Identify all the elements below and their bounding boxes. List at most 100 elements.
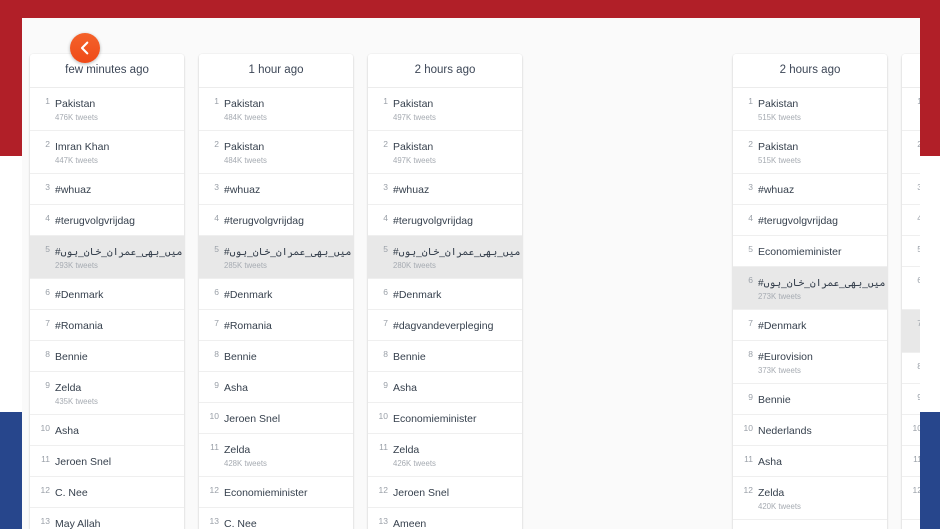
trend-name[interactable]: #میں_بھی_عمران_خان_ہوں xyxy=(393,247,520,258)
trend-name[interactable]: Economieminister xyxy=(224,487,307,499)
trend-list-item[interactable]: 2 Pakistan 484K tweets xyxy=(199,131,353,174)
trend-list-item[interactable]: 13Ameen27K tweets xyxy=(733,520,887,529)
trend-list-item[interactable]: 8Nederlands xyxy=(902,353,920,384)
trend-list-item[interactable]: 8 Bennie xyxy=(368,341,522,372)
trend-name[interactable]: Jeroen Snel xyxy=(224,413,280,425)
trend-name[interactable]: C. Nee xyxy=(224,518,257,529)
trend-name[interactable]: Asha xyxy=(393,382,417,394)
trend-list-item[interactable]: 12 Jeroen Snel xyxy=(368,477,522,508)
trend-list-item[interactable]: 4#terugvolgvrijdag xyxy=(733,205,887,236)
trend-list-item[interactable]: 4#terugvolgvrijdag xyxy=(902,205,920,236)
trend-list-item[interactable]: 5 #میں_بھی_عمران_خان_ہوں 293K tweets xyxy=(30,236,184,279)
back-button[interactable] xyxy=(70,33,100,63)
trend-list-item[interactable]: 5 #میں_بھی_عمران_خان_ہوں 285K tweets xyxy=(199,236,353,279)
trend-name[interactable]: #Denmark xyxy=(224,289,272,301)
trend-list-item[interactable]: 3 #whuaz xyxy=(199,174,353,205)
trend-list-item[interactable]: 9 Bennie xyxy=(733,384,887,415)
trend-list-item[interactable]: 6 #میں_بھی_عمران_خان_ہوں 273K tweets xyxy=(733,267,887,310)
trend-name[interactable]: Pakistan xyxy=(393,98,433,110)
trend-list-item[interactable]: 7 #Denmark xyxy=(733,310,887,341)
trend-name[interactable]: Zelda xyxy=(224,444,250,456)
trend-name[interactable]: Pakistan xyxy=(224,98,264,110)
trend-list-item[interactable]: 3 #whuaz xyxy=(733,174,887,205)
trend-list-item[interactable]: 4#terugvolgvrijdag xyxy=(30,205,184,236)
trend-list-item[interactable]: 6 #Denmark xyxy=(30,279,184,310)
trend-list-item[interactable]: 12 Economieminister xyxy=(199,477,353,508)
trend-name[interactable]: Pakistan xyxy=(758,98,798,110)
trend-name[interactable]: Bennie xyxy=(224,351,257,363)
trend-name[interactable]: #Eurovision xyxy=(758,351,813,363)
trend-list-item[interactable]: 6 #Denmark xyxy=(199,279,353,310)
trend-list-item[interactable]: 2 Pakistan 497K tweets xyxy=(368,131,522,174)
trend-list-item[interactable]: 10 Asha xyxy=(30,415,184,446)
trend-list-item[interactable]: 1 Pakistan 476K tweets xyxy=(30,88,184,131)
trend-list-item[interactable]: 9Asha xyxy=(199,372,353,403)
trend-name[interactable]: #dagvandeverpleging xyxy=(393,320,493,332)
trend-list-item[interactable]: 12 Zelda 420K tweets xyxy=(733,477,887,520)
trend-list-item[interactable]: 9Asha xyxy=(368,372,522,403)
trend-name[interactable]: #terugvolgvrijdag xyxy=(55,215,135,227)
trend-list-item[interactable]: 9 Zelda 435K tweets xyxy=(30,372,184,415)
trend-list-item[interactable]: 8 #Eurovision 373K tweets xyxy=(733,341,887,384)
trend-name[interactable]: #Denmark xyxy=(393,289,441,301)
trend-list-item[interactable]: 13 May Allah29K tweets xyxy=(30,508,184,529)
trend-name[interactable]: Bennie xyxy=(55,351,88,363)
trend-name[interactable]: #whuaz xyxy=(758,184,794,196)
trend-name[interactable]: #whuaz xyxy=(393,184,429,196)
trend-name[interactable]: Jeroen Snel xyxy=(393,487,449,499)
trend-name[interactable]: Asha xyxy=(55,425,79,437)
trend-list-item[interactable]: 7#میں_بھی_عمران_خان_ہوں262K tweets xyxy=(902,310,920,353)
trend-list-item[interactable]: 2 Pakistan 515K tweets xyxy=(733,131,887,174)
trend-list-item[interactable]: 6#Eurovision370K tweets xyxy=(902,267,920,310)
trend-list-item[interactable]: 1 Pakistan 515K tweets xyxy=(733,88,887,131)
trend-list-item[interactable]: 10 Economieminister xyxy=(368,403,522,434)
trend-list-item[interactable]: 1Pakistan548K tweets xyxy=(902,88,920,131)
trend-list-item[interactable]: 13May Allah38K tweets xyxy=(902,520,920,529)
trend-name[interactable]: Pakistan xyxy=(55,98,95,110)
trend-list-item[interactable]: 11Bennie xyxy=(902,446,920,477)
trend-list-item[interactable]: 5Economieminister xyxy=(733,236,887,267)
trend-list-item[interactable]: 3 #whuaz xyxy=(30,174,184,205)
trend-name[interactable]: #terugvolgvrijdag xyxy=(758,215,838,227)
trend-name[interactable]: May Allah xyxy=(55,518,101,529)
trend-name[interactable]: #whuaz xyxy=(224,184,260,196)
trend-name[interactable]: #Denmark xyxy=(758,320,806,332)
trend-list-item[interactable]: 11 Asha xyxy=(733,446,887,477)
trend-name[interactable]: #میں_بھی_عمران_خان_ہوں xyxy=(224,247,351,258)
trend-name[interactable]: Imran Khan xyxy=(55,141,109,153)
trend-name[interactable]: Pakistan xyxy=(758,141,798,153)
trend-name[interactable]: Asha xyxy=(224,382,248,394)
trend-name[interactable]: #whuaz xyxy=(55,184,91,196)
trend-name[interactable]: #میں_بھی_عمران_خان_ہوں xyxy=(758,278,885,289)
trend-name[interactable]: #terugvolgvrijdag xyxy=(224,215,304,227)
trend-list-item[interactable]: 13Ameen27K tweets xyxy=(368,508,522,529)
trend-name[interactable]: #Romania xyxy=(55,320,103,332)
trend-name[interactable]: Jeroen Snel xyxy=(55,456,111,468)
trend-list-item[interactable]: 12Ameen28K tweets xyxy=(902,477,920,520)
trend-name[interactable]: Asha xyxy=(758,456,782,468)
trend-list-item[interactable]: 1 Pakistan 497K tweets xyxy=(368,88,522,131)
trend-list-item[interactable]: 7 #Romania xyxy=(199,310,353,341)
trend-list-item[interactable]: 10 Jeroen Snel xyxy=(199,403,353,434)
trend-name[interactable]: #Romania xyxy=(224,320,272,332)
trend-name[interactable]: C. Nee xyxy=(55,487,88,499)
trend-list-item[interactable]: 5Economieminister xyxy=(902,236,920,267)
trend-list-item[interactable]: 9Asha xyxy=(902,384,920,415)
trend-name[interactable]: Ameen xyxy=(393,518,426,529)
trend-name[interactable]: #terugvolgvrijdag xyxy=(393,215,473,227)
trend-list-item[interactable]: 6 #Denmark xyxy=(368,279,522,310)
trend-name[interactable]: #میں_بھی_عمران_خان_ہوں xyxy=(55,247,182,258)
trend-name[interactable]: Nederlands xyxy=(758,425,812,437)
trend-list-item[interactable]: 7 #Romania xyxy=(30,310,184,341)
trend-list-item[interactable]: 10#Denmark xyxy=(902,415,920,446)
trend-list-item[interactable]: 5 #میں_بھی_عمران_خان_ہوں 280K tweets xyxy=(368,236,522,279)
trend-list-item[interactable]: 8 Bennie xyxy=(30,341,184,372)
trend-name[interactable]: Economieminister xyxy=(758,246,841,258)
trend-name[interactable]: Zelda xyxy=(393,444,419,456)
trend-name[interactable]: Pakistan xyxy=(224,141,264,153)
trend-list-item[interactable]: 1 Pakistan 484K tweets xyxy=(199,88,353,131)
trend-list-item[interactable]: 10 Nederlands xyxy=(733,415,887,446)
trend-name[interactable]: #Denmark xyxy=(55,289,103,301)
trend-list-item[interactable]: 12 C. Nee xyxy=(30,477,184,508)
trend-list-item[interactable]: 4#terugvolgvrijdag xyxy=(368,205,522,236)
